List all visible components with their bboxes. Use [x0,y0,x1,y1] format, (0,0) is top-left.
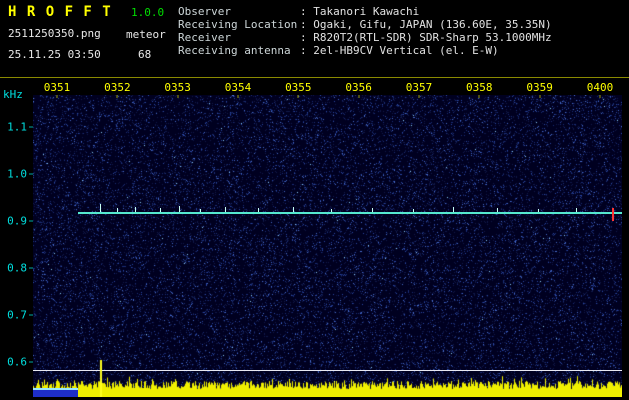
meteor-echo-spike [117,208,118,212]
time-tick-mark [599,95,601,98]
station-info-label: Receiving Location [178,18,298,31]
noise-canvas [33,95,622,397]
station-info-value: : 2el-HB9CV Vertical (el. E-W) [300,44,499,57]
freq-tick-mark [29,314,33,316]
freq-tick-mark [29,173,33,175]
time-tick-mark [116,95,118,98]
meteor-echo-spike [372,208,373,212]
station-info-value: : Takanori Kawachi [300,5,420,18]
calibration-fill [33,390,78,397]
meteor-echo-spike [258,208,259,212]
spectrogram-plot [33,95,622,397]
time-tick-label: 0352 [104,81,131,94]
output-filename: 2511250350.png [8,27,101,40]
freq-tick-mark [29,220,33,222]
station-info-value: : Ogaki, Gifu, JAPAN (136.60E, 35.35N) [300,18,552,31]
station-info: Observer : Takanori Kawachi Receiving Loca… [178,5,552,57]
meteor-echo-spike [200,209,201,212]
time-tick-label: 0358 [466,81,493,94]
meteor-echo-spike [576,208,577,212]
meteor-echo-spike [413,209,414,212]
station-info-row: Observer : Takanori Kawachi [178,5,552,18]
time-tick-label: 0356 [345,81,372,94]
time-tick-mark [478,95,480,98]
freq-axis: 1.1 1.0 0.9 0.8 0.7 0.6 [0,95,33,397]
freq-tick-label: 0.6 [7,355,27,369]
meteor-echo-spike [135,207,136,212]
time-tick-label: 0351 [43,81,71,94]
meteor-echo-spike [225,207,226,212]
station-info-row: Receiving Location: Ogaki, Gifu, JAPAN (… [178,18,552,31]
meteor-echo-spike [179,206,180,212]
meteor-echo-spike [293,207,294,212]
meteor-echo-spike [331,209,332,212]
time-tick-mark [418,95,420,98]
hrofft-screen: H R O F F T 1.0.0 2511250350.png meteor … [0,0,629,400]
freq-tick-label: 0.7 [7,308,27,322]
freq-tick-label: 1.0 [7,167,27,181]
time-tick-label: 0400 [586,81,614,94]
station-info-row: Receiver : R820T2(RTL-SDR) SDR-Sharp 53.1… [178,31,552,44]
station-info-value: : R820T2(RTL-SDR) SDR-Sharp 53.1000MHz [300,31,552,44]
meteor-echo-spike [538,209,539,212]
time-tick-label: 0355 [285,81,312,94]
time-axis: 0351 0352 0353 0354 0355 0356 0357 0358 0359 0400 [33,81,622,98]
freq-tick-mark [29,361,33,363]
datetime-label: 25.11.25 03:50 [8,48,101,61]
level-bars-canvas [33,355,622,397]
time-tick-label: 0357 [405,81,433,94]
freq-tick-mark [29,267,33,269]
time-tick-label: 0354 [224,81,252,94]
station-info-label: Observer [178,5,231,18]
app-title: H R O F F T [8,4,112,20]
freq-tick-label: 0.9 [7,214,27,228]
red-event-marker [612,208,614,221]
time-tick-mark [177,95,179,98]
station-info-row: Receiving antenna : 2el-HB9CV Vertical (e… [178,44,552,57]
freq-tick-label: 1.1 [7,120,27,134]
time-tick-mark [539,95,541,98]
echo-count: 68 [138,48,152,61]
app-version: 1.0.0 [131,6,165,19]
time-tick-mark [358,95,360,98]
station-info-label: Receiving antenna [178,44,291,57]
freq-tick-label: 0.8 [7,261,27,275]
meteor-echo-spike [100,204,101,212]
time-tick-mark [297,95,299,98]
meteor-echo-spike [160,208,161,212]
header-divider [0,77,629,78]
freq-tick-mark [29,126,33,128]
time-tick-mark [237,95,239,98]
time-tick-label: 0359 [526,81,553,94]
meteor-echo-spike [497,208,498,212]
time-tick-mark [56,95,58,98]
mode-label: meteor [126,28,166,41]
time-tick-label: 0353 [164,81,191,94]
station-info-label: Receiver [178,31,231,44]
carrier-signal-line [78,204,622,221]
meteor-echo-spike [453,207,454,212]
